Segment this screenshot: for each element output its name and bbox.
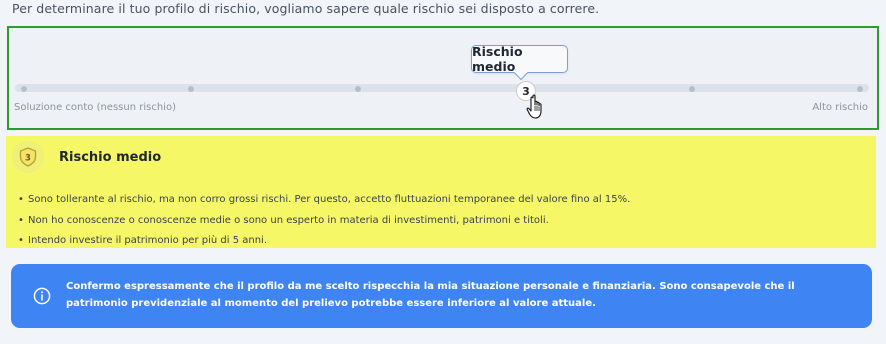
confirmation-text: Confermo espressamente che il profilo da… [66,281,795,309]
list-item: Intendo investire il patrimonio per più … [16,234,630,255]
slider-max-label: Alto rischio [812,102,868,113]
slider-tooltip: Rischio medio [471,44,568,74]
slider-tick[interactable] [188,86,194,92]
risk-title: Rischio medio [59,150,162,165]
badge-number: 3 [25,154,31,164]
slider-min-label: Soluzione conto (nessun rischio) [14,102,176,113]
list-item: Non ho conoscenze o conoscenze medie o s… [16,214,630,235]
info-icon [33,287,51,305]
slider-track[interactable] [15,84,869,92]
risk-description-list: Sono tollerante al rischio, ma non corro… [16,193,630,255]
slider-tick[interactable] [857,86,863,92]
slider-tick[interactable] [355,86,361,92]
slider-tick[interactable] [21,86,27,92]
intro-text: Per determinare il tuo profilo di rischi… [12,1,600,16]
confirmation-notice: Confermo espressamente che il profilo da… [11,264,872,328]
risk-level-badge: 3 [12,141,44,173]
list-item: Sono tollerante al rischio, ma non corro… [16,193,630,214]
slider-tick[interactable] [689,86,695,92]
risk-slider[interactable]: Rischio medio 3 Soluzione conto (nessun … [7,26,879,130]
shield-icon: 3 [19,147,37,167]
hand-cursor-icon [526,94,542,119]
risk-profile-card: 3 Rischio medio Sono tollerante al risch… [6,136,876,248]
